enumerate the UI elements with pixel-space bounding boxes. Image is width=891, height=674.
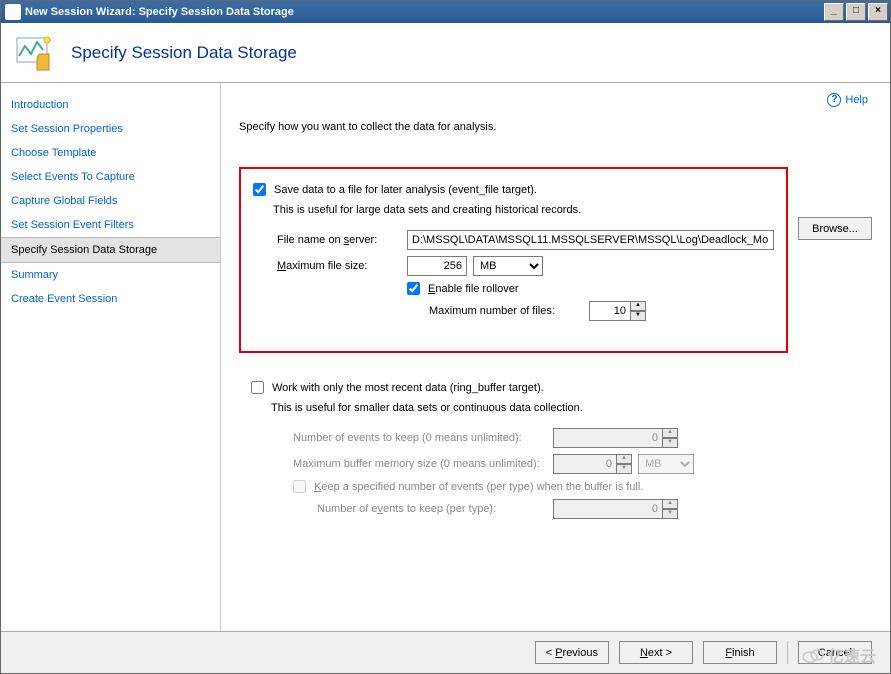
- help-link[interactable]: ? Help: [827, 93, 868, 107]
- keep-per-type-checkbox: [293, 480, 306, 493]
- max-mem-spinner: ▲ ▼: [616, 454, 632, 474]
- nav-set-session-properties[interactable]: Set Session Properties: [1, 117, 220, 141]
- titlebar: New Session Wizard: Specify Session Data…: [1, 1, 890, 23]
- intro-text: Specify how you want to collect the data…: [239, 121, 872, 133]
- max-file-size-unit[interactable]: MB: [473, 256, 543, 276]
- nav-select-events[interactable]: Select Events To Capture: [1, 165, 220, 189]
- max-file-size-label: Maximum file size:: [277, 260, 407, 272]
- cancel-button[interactable]: Cancel: [798, 641, 872, 664]
- nav-sidebar: Introduction Set Session Properties Choo…: [1, 83, 221, 631]
- file-name-input[interactable]: [407, 230, 774, 250]
- num-events-spinner: ▲ ▼: [662, 428, 678, 448]
- nav-specify-data-storage[interactable]: Specify Session Data Storage: [1, 237, 220, 263]
- spinner-down-icon: ▼: [616, 464, 632, 474]
- ring-buffer-checkbox[interactable]: [251, 381, 264, 394]
- close-button[interactable]: ×: [868, 3, 888, 21]
- spinner-down-icon: ▼: [662, 438, 678, 448]
- save-file-desc: This is useful for large data sets and c…: [273, 204, 774, 216]
- spinner-down-icon[interactable]: ▼: [630, 311, 646, 321]
- spinner-up-icon: ▲: [616, 454, 632, 464]
- max-file-size-input[interactable]: [407, 256, 467, 276]
- keep-per-type-label: Keep a specified number of events (per t…: [314, 481, 643, 493]
- max-mem-unit: MB: [638, 454, 694, 474]
- window-title: New Session Wizard: Specify Session Data…: [25, 6, 824, 18]
- ring-buffer-label: Work with only the most recent data (rin…: [272, 382, 544, 394]
- help-icon: ?: [827, 93, 841, 107]
- wizard-window: New Session Wizard: Specify Session Data…: [0, 0, 891, 674]
- minimize-button[interactable]: _: [824, 3, 844, 21]
- num-per-type-input: [553, 499, 663, 519]
- num-events-input: [553, 428, 663, 448]
- nav-set-event-filters[interactable]: Set Session Event Filters: [1, 213, 220, 237]
- spinner-up-icon: ▲: [662, 428, 678, 438]
- ring-buffer-section: Work with only the most recent data (rin…: [239, 381, 872, 519]
- enable-rollover-checkbox[interactable]: [407, 282, 420, 295]
- num-per-type-spinner: ▲ ▼: [662, 499, 678, 519]
- page-title: Specify Session Data Storage: [71, 43, 297, 63]
- footer: < Previous Next > Finish Cancel: [1, 631, 890, 673]
- page-header: Specify Session Data Storage: [1, 23, 890, 83]
- nav-introduction[interactable]: Introduction: [1, 93, 220, 117]
- browse-button[interactable]: Browse...: [798, 217, 872, 240]
- max-files-label: Maximum number of files:: [429, 305, 589, 317]
- nav-summary[interactable]: Summary: [1, 263, 220, 287]
- ring-buffer-desc: This is useful for smaller data sets or …: [271, 402, 860, 414]
- help-label: Help: [845, 94, 868, 106]
- previous-button[interactable]: < Previous: [535, 641, 609, 664]
- max-files-spinner[interactable]: ▲ ▼: [630, 301, 646, 321]
- nav-choose-template[interactable]: Choose Template: [1, 141, 220, 165]
- save-file-checkbox[interactable]: [253, 183, 266, 196]
- wizard-icon: [15, 32, 57, 74]
- nav-capture-global-fields[interactable]: Capture Global Fields: [1, 189, 220, 213]
- max-mem-label: Maximum buffer memory size (0 means unli…: [293, 458, 553, 470]
- max-mem-input: [553, 454, 617, 474]
- num-per-type-label: Number of events to keep (per type):: [317, 503, 553, 515]
- content-pane: ? Help Specify how you want to collect t…: [221, 83, 890, 631]
- max-files-input[interactable]: [589, 301, 631, 321]
- nav-create-event-session[interactable]: Create Event Session: [1, 287, 220, 311]
- spinner-up-icon[interactable]: ▲: [630, 301, 646, 311]
- file-name-label: File name on server:: [277, 234, 407, 246]
- spinner-up-icon: ▲: [662, 499, 678, 509]
- finish-button[interactable]: Finish: [703, 641, 777, 664]
- save-file-section: Save data to a file for later analysis (…: [239, 167, 788, 353]
- save-file-label: Save data to a file for later analysis (…: [274, 184, 537, 196]
- next-button[interactable]: Next >: [619, 641, 693, 664]
- maximize-button[interactable]: □: [846, 3, 866, 21]
- spinner-down-icon: ▼: [662, 509, 678, 519]
- enable-rollover-label: Enable file rollover: [428, 283, 519, 295]
- num-events-label: Number of events to keep (0 means unlimi…: [293, 432, 553, 444]
- app-icon: [5, 4, 21, 20]
